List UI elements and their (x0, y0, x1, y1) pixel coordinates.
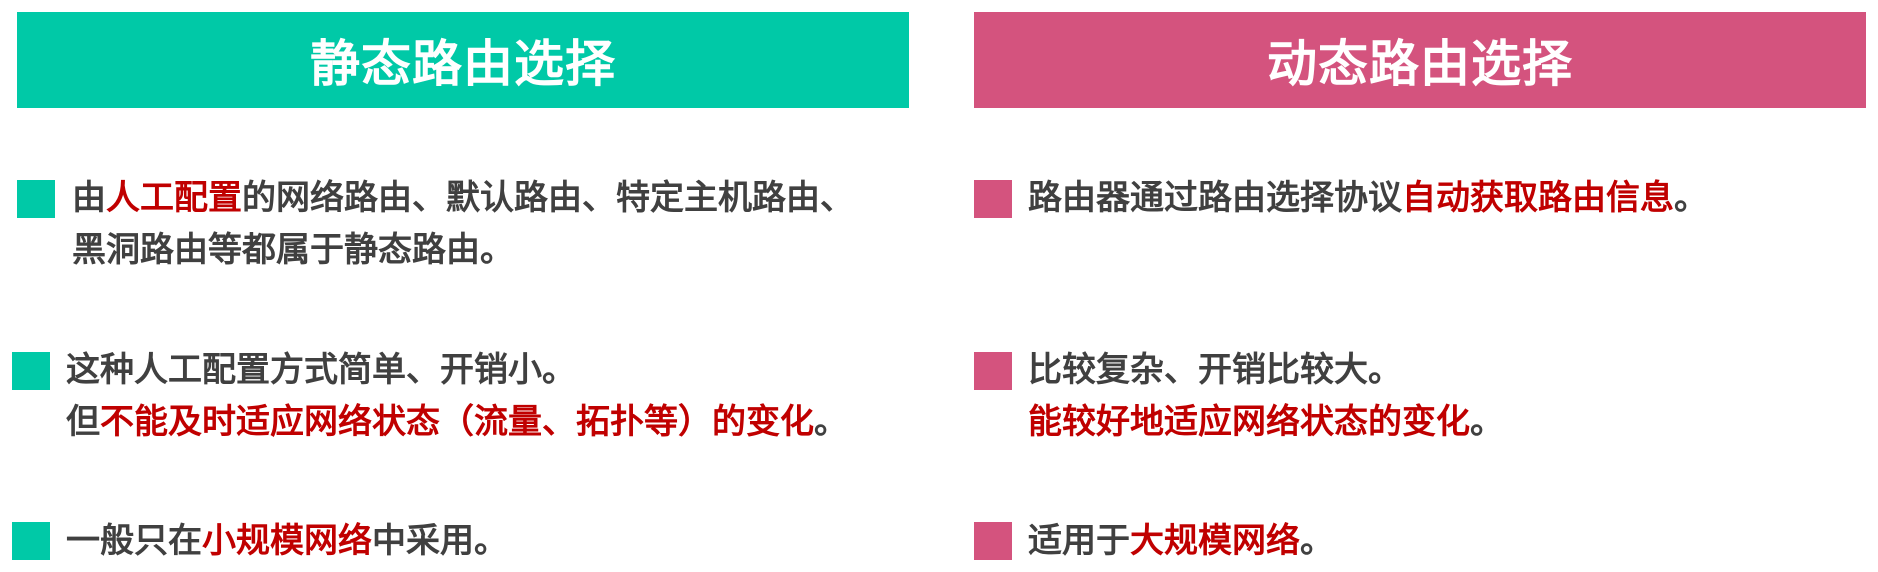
static-item-2-line-1: 这种人工配置方式简单、开销小。 (66, 350, 576, 390)
static-item-1: 由人工配置的网络路由、默认路由、特定主机路由、 黑洞路由等都属于静态路由。 (72, 172, 854, 276)
text-segment: 路由器通过路由选择协议 (1028, 178, 1402, 218)
dynamic-item-2-line-2: 能较好地适应网络状态的变化。 (1028, 396, 1504, 448)
dynamic-item-2: 比较复杂、开销比较大。 能较好地适应网络状态的变化。 (1028, 344, 1504, 448)
dynamic-routing-header: 动态路由选择 (974, 12, 1866, 108)
square-bullet-icon (974, 180, 1012, 218)
text-segment: 。 (1470, 402, 1504, 442)
square-bullet-icon (12, 522, 50, 560)
static-item-2: 这种人工配置方式简单、开销小。 但不能及时适应网络状态（流量、拓扑等）的变化。 (66, 344, 848, 448)
square-bullet-icon (17, 180, 55, 218)
text-segment: 一般只在 (66, 521, 202, 561)
square-bullet-icon (12, 352, 50, 390)
dynamic-item-1: 路由器通过路由选择协议自动获取路由信息。 (1028, 172, 1708, 224)
dynamic-routing-title: 动态路由选择 (1267, 35, 1573, 93)
highlight-text: 大规模网络 (1130, 521, 1300, 561)
static-item-2-line-2: 但不能及时适应网络状态（流量、拓扑等）的变化。 (66, 396, 848, 448)
text-segment: 适用于 (1028, 521, 1130, 561)
static-item-1-line-1: 由人工配置的网络路由、默认路由、特定主机路由、 (72, 172, 854, 224)
highlight-text: 能较好地适应网络状态的变化 (1028, 402, 1470, 442)
text-segment: 。 (1674, 178, 1708, 218)
highlight-text: 不能及时适应网络状态（流量、拓扑等）的变化 (100, 402, 814, 442)
square-bullet-icon (974, 522, 1012, 560)
static-routing-header: 静态路由选择 (17, 12, 909, 108)
text-segment: 的网络路由、默认路由、特定主机路由、 (242, 178, 854, 218)
text-segment: 但 (66, 402, 100, 442)
text-segment: 由 (72, 178, 106, 218)
highlight-text: 人工配置 (106, 178, 242, 218)
dynamic-item-3: 适用于大规模网络。 (1028, 515, 1334, 567)
square-bullet-icon (974, 352, 1012, 390)
dynamic-item-2-line-1: 比较复杂、开销比较大。 (1028, 350, 1402, 390)
highlight-text: 自动获取路由信息 (1402, 178, 1674, 218)
static-item-3: 一般只在小规模网络中采用。 (66, 515, 508, 567)
text-segment: 。 (814, 402, 848, 442)
text-segment: 。 (1300, 521, 1334, 561)
static-routing-title: 静态路由选择 (310, 35, 616, 93)
highlight-text: 小规模网络 (202, 521, 372, 561)
text-segment: 中采用。 (372, 521, 508, 561)
static-item-1-line-2: 黑洞路由等都属于静态路由。 (72, 230, 514, 270)
